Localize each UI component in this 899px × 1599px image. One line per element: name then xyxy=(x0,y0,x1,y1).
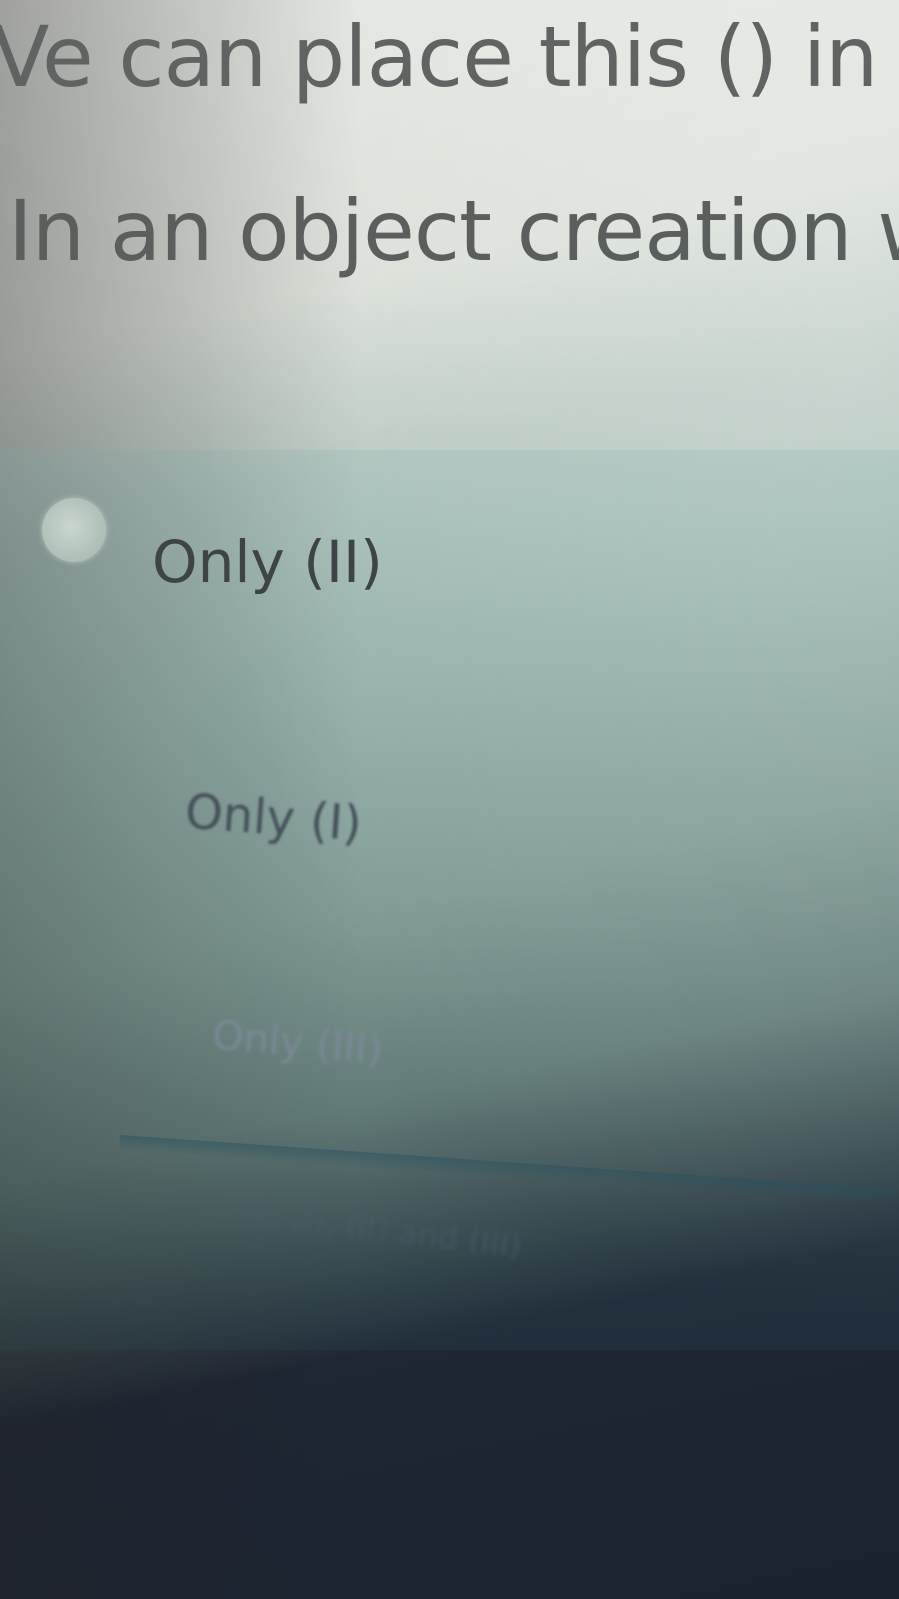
option-only-ii[interactable]: Only (II) xyxy=(152,528,383,596)
question-area: Ve can place this () in al In an object … xyxy=(0,0,899,300)
option-radio-button[interactable] xyxy=(42,498,106,562)
answer-options-panel xyxy=(0,450,899,1350)
question-text-line-1: Ve can place this () in al xyxy=(0,8,899,106)
question-text-line-2: In an object creation we xyxy=(8,182,899,280)
